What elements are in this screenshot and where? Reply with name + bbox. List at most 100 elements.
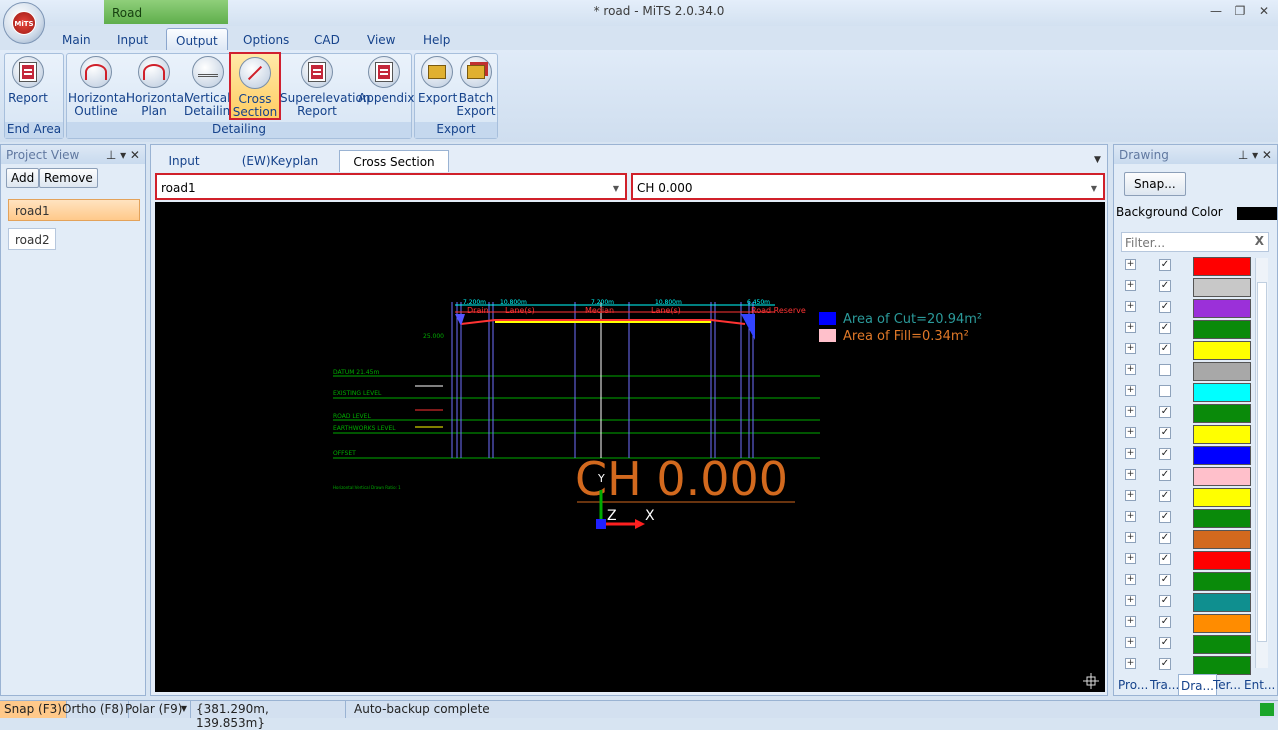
layer-row[interactable]: + ✓ (1121, 466, 1253, 487)
layer-visibility-checkbox[interactable]: ✓ (1159, 259, 1171, 271)
minimize-icon[interactable]: — (1206, 4, 1226, 20)
expand-icon[interactable]: + (1125, 469, 1136, 480)
expand-icon[interactable]: + (1125, 259, 1136, 270)
layer-visibility-checkbox[interactable]: ✓ (1159, 448, 1171, 460)
expand-icon[interactable]: + (1125, 490, 1136, 501)
expand-icon[interactable]: + (1125, 406, 1136, 417)
layer-row[interactable]: + ✓ (1121, 571, 1253, 592)
layer-color-swatch[interactable] (1193, 593, 1251, 612)
layer-color-swatch[interactable] (1193, 383, 1251, 402)
tab-traverse[interactable]: Tra... (1148, 674, 1181, 696)
layer-visibility-checkbox[interactable]: ✓ (1159, 406, 1171, 418)
layer-visibility-checkbox[interactable] (1159, 364, 1171, 376)
expand-icon[interactable]: + (1125, 427, 1136, 438)
superelevation-report-button[interactable]: Superelevation Report (280, 56, 370, 120)
batch-export-button[interactable]: Batch Export (456, 56, 496, 120)
filter-field[interactable] (1122, 233, 1242, 253)
layer-row[interactable]: + ✓ (1121, 445, 1253, 466)
menu-tab-cad[interactable]: CAD (305, 28, 349, 50)
layer-row[interactable]: + ✓ (1121, 592, 1253, 613)
expand-icon[interactable]: + (1125, 385, 1136, 396)
tab-entities[interactable]: Ent... (1242, 674, 1277, 696)
layer-visibility-checkbox[interactable]: ✓ (1159, 532, 1171, 544)
report-button[interactable]: Report (7, 56, 49, 120)
expand-icon[interactable]: + (1125, 280, 1136, 291)
expand-icon[interactable]: + (1125, 574, 1136, 585)
layer-row[interactable]: + ✓ (1121, 550, 1253, 571)
layer-color-swatch[interactable] (1193, 299, 1251, 318)
layer-color-swatch[interactable] (1193, 509, 1251, 528)
layer-row[interactable]: + ✓ (1121, 634, 1253, 655)
layer-row[interactable]: + ✓ (1121, 403, 1253, 424)
layer-color-swatch[interactable] (1193, 278, 1251, 297)
layer-visibility-checkbox[interactable]: ✓ (1159, 574, 1171, 586)
layer-color-swatch[interactable] (1193, 320, 1251, 339)
expand-icon[interactable]: + (1125, 637, 1136, 648)
road-select[interactable]: road1 ▼ (155, 173, 627, 200)
layer-visibility-checkbox[interactable]: ✓ (1159, 595, 1171, 607)
layer-row[interactable]: + ✓ (1121, 256, 1253, 277)
layer-color-swatch[interactable] (1193, 404, 1251, 423)
expand-icon[interactable]: + (1125, 301, 1136, 312)
snap-toggle[interactable]: Snap (F3) (0, 701, 67, 718)
layer-scrollbar[interactable] (1255, 258, 1268, 668)
layer-color-swatch[interactable] (1193, 341, 1251, 360)
expand-icon[interactable]: + (1125, 658, 1136, 669)
layer-row[interactable]: + ✓ (1121, 655, 1253, 676)
filter-input[interactable]: X (1121, 232, 1269, 253)
tab-terrain[interactable]: Ter... (1211, 674, 1243, 696)
tab-cross-section[interactable]: Cross Section (339, 150, 449, 172)
menu-tab-input[interactable]: Input (108, 28, 157, 50)
layer-color-swatch[interactable] (1193, 467, 1251, 486)
remove-button[interactable]: Remove (39, 168, 98, 188)
menu-tab-options[interactable]: Options (234, 28, 298, 50)
layer-color-swatch[interactable] (1193, 551, 1251, 570)
layer-color-swatch[interactable] (1193, 530, 1251, 549)
layer-visibility-checkbox[interactable]: ✓ (1159, 490, 1171, 502)
layer-row[interactable]: + (1121, 382, 1253, 403)
expand-icon[interactable]: + (1125, 532, 1136, 543)
pin-icon[interactable]: ⊥ ▾ ✕ (106, 148, 140, 162)
clear-filter-icon[interactable]: X (1255, 234, 1264, 248)
layer-row[interactable]: + ✓ (1121, 613, 1253, 634)
layer-visibility-checkbox[interactable]: ✓ (1159, 553, 1171, 565)
layer-visibility-checkbox[interactable] (1159, 385, 1171, 397)
export-button[interactable]: Export (418, 56, 457, 120)
layer-row[interactable]: + ✓ (1121, 487, 1253, 508)
close-icon[interactable]: ✕ (1254, 4, 1274, 20)
polar-toggle[interactable]: Polar (F9) ▼ (121, 701, 191, 718)
appendix-button[interactable]: Appendix (358, 56, 414, 120)
layer-color-swatch[interactable] (1193, 446, 1251, 465)
cross-section-button[interactable]: Cross Section (229, 52, 281, 120)
layer-visibility-checkbox[interactable]: ✓ (1159, 280, 1171, 292)
layer-color-swatch[interactable] (1193, 614, 1251, 633)
expand-icon[interactable]: + (1125, 511, 1136, 522)
expand-icon[interactable]: + (1125, 343, 1136, 354)
layer-color-swatch[interactable] (1193, 656, 1251, 675)
layer-visibility-checkbox[interactable]: ✓ (1159, 343, 1171, 355)
app-logo-button[interactable]: MiTS (3, 2, 45, 44)
expand-icon[interactable]: + (1125, 595, 1136, 606)
tab-ew-keyplan[interactable]: (EW)Keyplan (230, 150, 330, 172)
tab-project[interactable]: Pro... (1116, 674, 1150, 696)
layer-row[interactable]: + ✓ (1121, 340, 1253, 361)
layer-visibility-checkbox[interactable]: ✓ (1159, 637, 1171, 649)
layer-color-swatch[interactable] (1193, 635, 1251, 654)
layer-visibility-checkbox[interactable]: ✓ (1159, 658, 1171, 670)
layer-visibility-checkbox[interactable]: ✓ (1159, 469, 1171, 481)
expand-icon[interactable]: + (1125, 616, 1136, 627)
layer-color-swatch[interactable] (1193, 425, 1251, 444)
horizontal-outline-button[interactable]: Horizontal Outline (68, 56, 129, 120)
layer-color-swatch[interactable] (1193, 257, 1251, 276)
cad-canvas[interactable]: DATUM 21.45m EXISTING LEVEL ROAD LEVEL E… (155, 202, 1105, 692)
expand-icon[interactable]: + (1125, 364, 1136, 375)
menu-tab-help[interactable]: Help (414, 28, 459, 50)
menu-tab-main[interactable]: Main (53, 28, 100, 50)
ortho-toggle[interactable]: Ortho (F8) (58, 701, 129, 718)
layer-row[interactable]: + (1121, 361, 1253, 382)
layer-color-swatch[interactable] (1193, 488, 1251, 507)
tab-list-dropdown-icon[interactable]: ▼ (1094, 155, 1101, 165)
layer-visibility-checkbox[interactable]: ✓ (1159, 301, 1171, 313)
menu-tab-view[interactable]: View (358, 28, 404, 50)
menu-tab-output[interactable]: Output (166, 28, 228, 50)
